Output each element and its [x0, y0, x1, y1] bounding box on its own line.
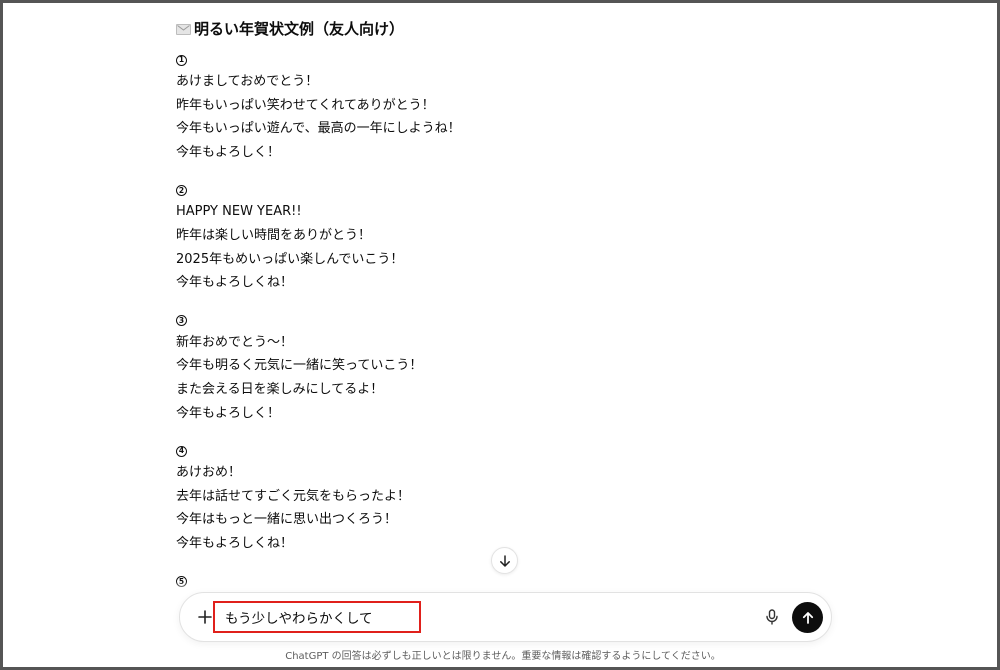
example-block: 3 新年おめでとう～！ 今年も明るく元気に一緒に笑っていこう！ また会える日を楽しみに…	[176, 311, 736, 425]
example-number: 1	[176, 50, 736, 70]
example-number-badge: 1	[176, 54, 187, 66]
example-line: 今年もいっぱい遊んで、最高の一年にしようね！	[176, 121, 461, 137]
example-line: あけおめ！	[176, 465, 242, 481]
example-line: 昨年は楽しい時間をありがとう！	[176, 227, 372, 243]
microphone-icon	[766, 609, 778, 625]
disclaimer-text: ChatGPT の回答は必ずしも正しいとは限りません。重要な情報は確認するように…	[285, 651, 721, 662]
example-number-badge: 3	[176, 315, 187, 327]
chat-window: 明るい年賀状文例（友人向け） 1 あけましておめでとう！ 昨年もいっぱい笑わせてくれ…	[0, 0, 1000, 670]
example-line: 今年もよろしくね！	[176, 275, 294, 291]
scroll-to-bottom-button[interactable]	[491, 547, 518, 574]
message-input-value: もう少しやわらかくして	[225, 611, 373, 627]
example-line: また会える日を楽しみにしてるよ！	[176, 381, 384, 397]
example-block: 1 あけましておめでとう！ 昨年もいっぱい笑わせてくれてありがとう！ 今年もいっぱい遊…	[176, 50, 736, 164]
example-number-badge: 4	[176, 445, 187, 457]
message-heading: 明るい年賀状文例（友人向け）	[176, 17, 736, 41]
example-number-badge: 2	[176, 184, 187, 196]
arrow-up-icon	[802, 611, 813, 624]
example-block: 2 HAPPY NEW YEAR!! 昨年は楽しい時間をありがとう！ 2025年もめい…	[176, 180, 736, 294]
example-line: 今年はもっと一緒に思い出つくろう！	[176, 512, 398, 528]
envelope-icon	[176, 23, 191, 35]
voice-input-button[interactable]	[760, 605, 784, 629]
example-line: 去年は話せてすごく元気をもらったよ！	[176, 488, 411, 504]
example-line: HAPPY NEW YEAR!!	[176, 204, 302, 220]
example-block: 4 あけおめ！ 去年は話せてすごく元気をもらったよ！ 今年はもっと一緒に思い出つくろう…	[176, 441, 736, 555]
example-line: あけましておめでとう！	[176, 74, 319, 89]
example-number: 2	[176, 180, 736, 200]
example-number: 4	[176, 441, 736, 461]
example-line: 今年もよろしく！	[176, 405, 281, 421]
example-line: 今年も明るく元気に一緒に笑っていこう！	[176, 358, 423, 374]
message-composer: もう少しやわらかくして	[179, 592, 832, 642]
example-line: 今年もよろしく！	[176, 144, 281, 160]
send-button[interactable]	[792, 602, 823, 633]
assistant-message: 明るい年賀状文例（友人向け） 1 あけましておめでとう！ 昨年もいっぱい笑わせてくれ…	[176, 17, 736, 608]
example-number: 3	[176, 311, 736, 331]
plus-icon	[198, 610, 212, 624]
heading-text: 明るい年賀状文例（友人向け）	[194, 20, 405, 38]
example-line: 2025年もめいっぱい楽しんでいこう！	[176, 251, 404, 267]
arrow-down-icon	[499, 554, 510, 567]
example-line: 昨年もいっぱい笑わせてくれてありがとう！	[176, 97, 435, 113]
example-line: 新年おめでとう～！	[176, 334, 294, 350]
example-list: 1 あけましておめでとう！ 昨年もいっぱい笑わせてくれてありがとう！ 今年もいっぱい遊…	[176, 50, 736, 592]
message-input[interactable]: もう少しやわらかくして	[213, 601, 421, 633]
example-line: 今年もよろしくね！	[176, 535, 294, 551]
